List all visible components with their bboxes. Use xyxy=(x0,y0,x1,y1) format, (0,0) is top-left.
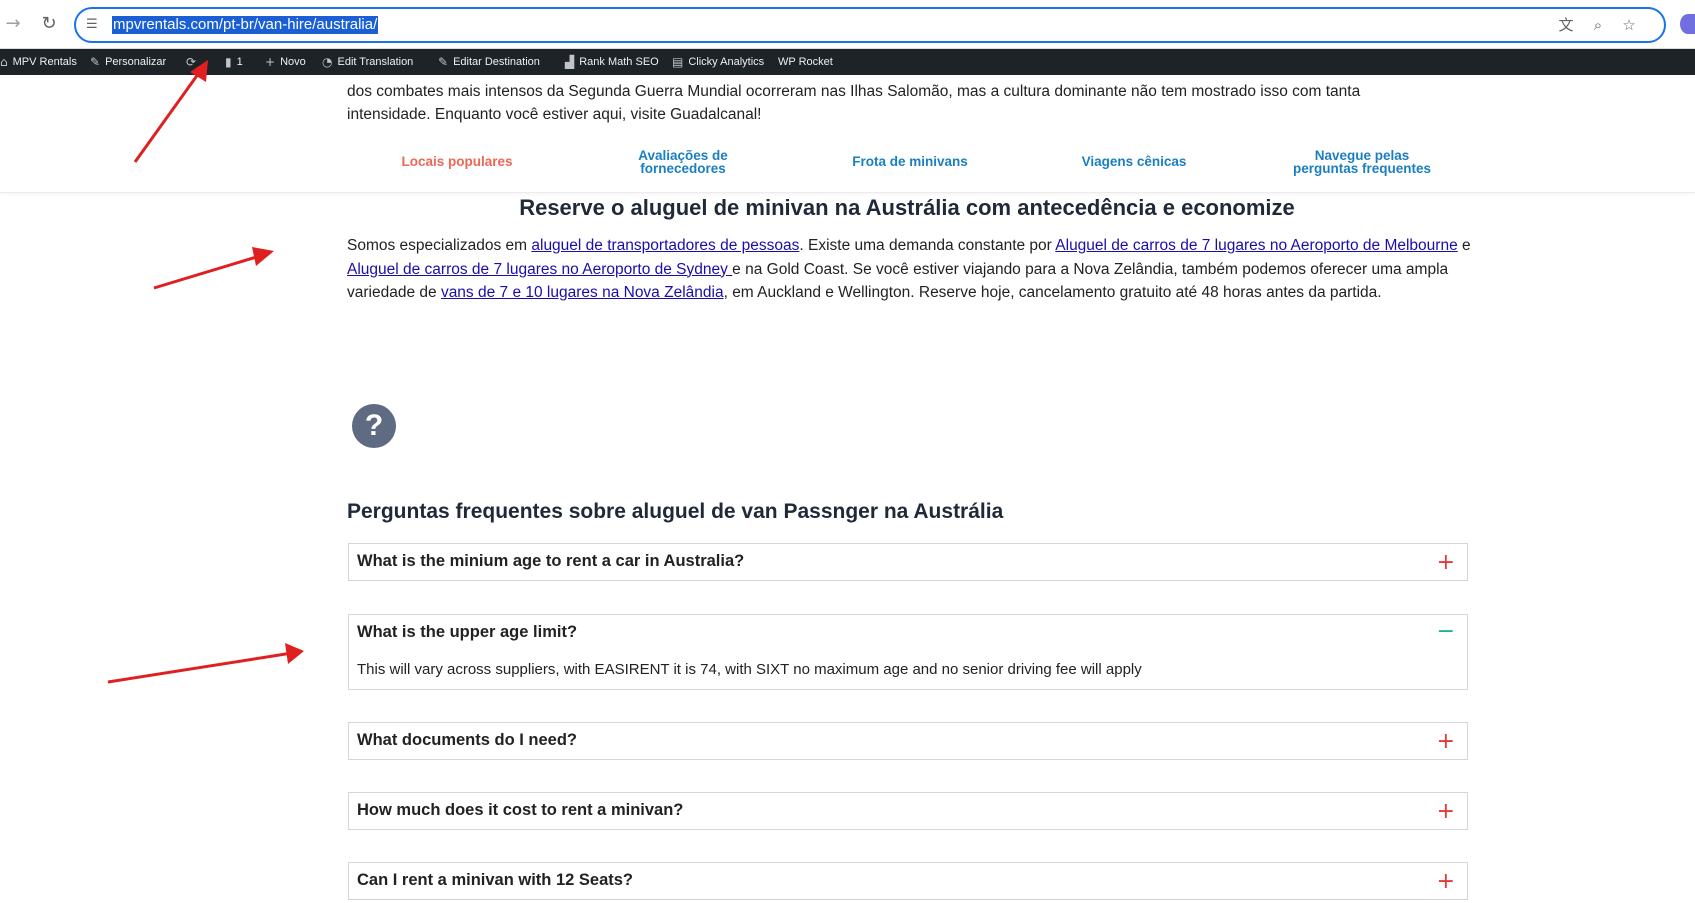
paragraph-text: , em Auckland e Wellington. Reserve hoje… xyxy=(723,284,1382,301)
zoom-icon[interactable]: ⌕ xyxy=(1588,15,1608,35)
paragraph-text: Somos especializados em xyxy=(347,237,532,254)
faq-item[interactable]: How much does it cost to rent a minivan?… xyxy=(348,792,1468,830)
tab-label-line-2: perguntas frequentes xyxy=(1292,161,1432,176)
question-mark-icon: ? xyxy=(352,404,396,448)
brush-icon: ✎ xyxy=(90,55,101,69)
adminbar-wp-rocket[interactable]: WP Rocket xyxy=(778,49,833,75)
adminbar-new[interactable]: + Novo xyxy=(265,49,306,75)
intro-line-1: dos combates mais intensos da Segunda Gu… xyxy=(347,83,1361,100)
site-info-icon[interactable]: ☰ xyxy=(86,17,102,33)
link-sydney-airport[interactable]: Aluguel de carros de 7 lugares no Aeropo… xyxy=(347,261,732,278)
adminbar-edit-destination-label: Editar Destination xyxy=(453,56,540,68)
reload-icon[interactable]: ↻ xyxy=(38,12,60,34)
adminbar-edit-translation[interactable]: ◔ Edit Translation xyxy=(322,49,413,75)
browser-toolbar: → ↻ ☰ mpvrentals.com/pt-br/van-hire/aust… xyxy=(0,0,1695,49)
plus-icon[interactable]: + xyxy=(1437,552,1455,574)
section-title: Reserve o aluguel de minivan na Austráli… xyxy=(519,195,1295,220)
faq-question: How much does it cost to rent a minivan? xyxy=(357,801,684,819)
adminbar-edit-destination[interactable]: ✎ Editar Destination xyxy=(438,49,540,75)
section-tabs: Locais populares Avaliações de fornecedo… xyxy=(0,135,1695,193)
intro-line-2: intensidade. Enquanto você estiver aqui,… xyxy=(347,106,762,123)
translate-icon[interactable]: 文 xyxy=(1556,15,1576,35)
extension-icon[interactable] xyxy=(1680,14,1695,34)
paragraph-text: e xyxy=(1457,237,1471,254)
tab-label: Locais populares xyxy=(401,154,513,169)
tab-popular-locations[interactable]: Locais populares xyxy=(367,154,547,169)
intro-text: dos combates mais intensos da Segunda Gu… xyxy=(347,80,1477,126)
adminbar-customize-label: Personalizar xyxy=(105,56,167,68)
link-new-zealand-vans[interactable]: vans de 7 e 10 lugares na Nova Zelândia xyxy=(441,284,724,301)
home-icon: ⌂ xyxy=(0,55,8,69)
analytics-icon: ▤ xyxy=(672,55,684,69)
faq-heading: Perguntas frequentes sobre aluguel de va… xyxy=(347,500,1004,523)
adminbar-clicky-label: Clicky Analytics xyxy=(688,56,765,68)
annotation-arrow xyxy=(153,247,274,290)
adminbar-edit-translation-label: Edit Translation xyxy=(337,56,414,68)
adminbar-rank-math-label: Rank Math SEO xyxy=(579,56,659,68)
faq-answer: This will vary across suppliers, with EA… xyxy=(357,661,1142,678)
adminbar-site-label: MPV Rentals xyxy=(12,56,77,68)
adminbar-customize[interactable]: ✎ Personalizar xyxy=(90,49,166,75)
tab-scenic-trips[interactable]: Viagens cênicas xyxy=(1044,154,1224,169)
minus-icon[interactable]: − xyxy=(1437,621,1455,643)
tab-label-line-2: fornecedores xyxy=(640,161,726,176)
tab-label: Viagens cênicas xyxy=(1081,154,1187,169)
adminbar-wp-rocket-label: WP Rocket xyxy=(778,56,833,68)
adminbar-comments-count: 1 xyxy=(236,56,243,68)
adminbar-clicky[interactable]: ▤ Clicky Analytics xyxy=(672,49,764,75)
bookmark-star-icon[interactable]: ☆ xyxy=(1619,15,1639,35)
faq-question: What is the upper age limit? xyxy=(357,623,578,641)
plus-icon[interactable]: + xyxy=(1437,731,1455,753)
faq-item[interactable]: What is the minium age to rent a car in … xyxy=(348,543,1468,581)
url-text[interactable]: mpvrentals.com/pt-br/van-hire/australia/ xyxy=(112,16,379,34)
plus-icon: + xyxy=(265,55,276,69)
faq-question: What is the minium age to rent a car in … xyxy=(357,552,745,570)
wp-admin-bar: ⌂ MPV Rentals ✎ Personalizar ⟳ ▮ 1 + Nov… xyxy=(0,49,1695,75)
chart-icon: ▟ xyxy=(565,55,575,69)
link-melbourne-airport[interactable]: Aluguel de carros de 7 lugares no Aeropo… xyxy=(1055,237,1457,254)
plus-icon[interactable]: + xyxy=(1437,801,1455,823)
intro-paragraph: Somos especializados em aluguel de trans… xyxy=(347,234,1477,305)
address-bar[interactable]: ☰ mpvrentals.com/pt-br/van-hire/australi… xyxy=(74,7,1666,43)
faq-item[interactable]: Can I rent a minivan with 12 Seats? + xyxy=(348,862,1468,900)
adminbar-comments[interactable]: ▮ 1 xyxy=(225,49,243,75)
plus-icon[interactable]: + xyxy=(1437,871,1455,893)
adminbar-updates[interactable]: ⟳ xyxy=(186,49,196,75)
tab-faq[interactable]: Navegue pelas perguntas frequentes xyxy=(1272,149,1452,176)
paragraph-text: . Existe uma demanda constante por xyxy=(799,237,1056,254)
pencil-icon: ✎ xyxy=(438,55,449,69)
comment-icon: ▮ xyxy=(225,55,232,69)
translate-icon: ◔ xyxy=(322,55,333,69)
updates-icon: ⟳ xyxy=(186,55,197,69)
tab-minivan-fleet[interactable]: Frota de minivans xyxy=(820,154,1000,169)
adminbar-site[interactable]: ⌂ MPV Rentals xyxy=(0,49,77,75)
faq-question: Can I rent a minivan with 12 Seats? xyxy=(357,871,633,889)
link-people-carrier-hire[interactable]: aluguel de transportadores de pessoas xyxy=(531,237,799,254)
adminbar-new-label: Novo xyxy=(280,56,306,68)
adminbar-rank-math[interactable]: ▟ Rank Math SEO xyxy=(565,49,659,75)
annotation-arrow xyxy=(107,643,304,684)
faq-item[interactable]: What documents do I need? + xyxy=(348,722,1468,760)
faq-item-expanded[interactable]: What is the upper age limit? − This will… xyxy=(348,614,1468,690)
tab-supplier-reviews[interactable]: Avaliações de fornecedores xyxy=(593,149,773,176)
tab-label: Frota de minivans xyxy=(852,154,968,169)
back-icon[interactable]: → xyxy=(2,12,24,34)
faq-question: What documents do I need? xyxy=(357,731,578,749)
